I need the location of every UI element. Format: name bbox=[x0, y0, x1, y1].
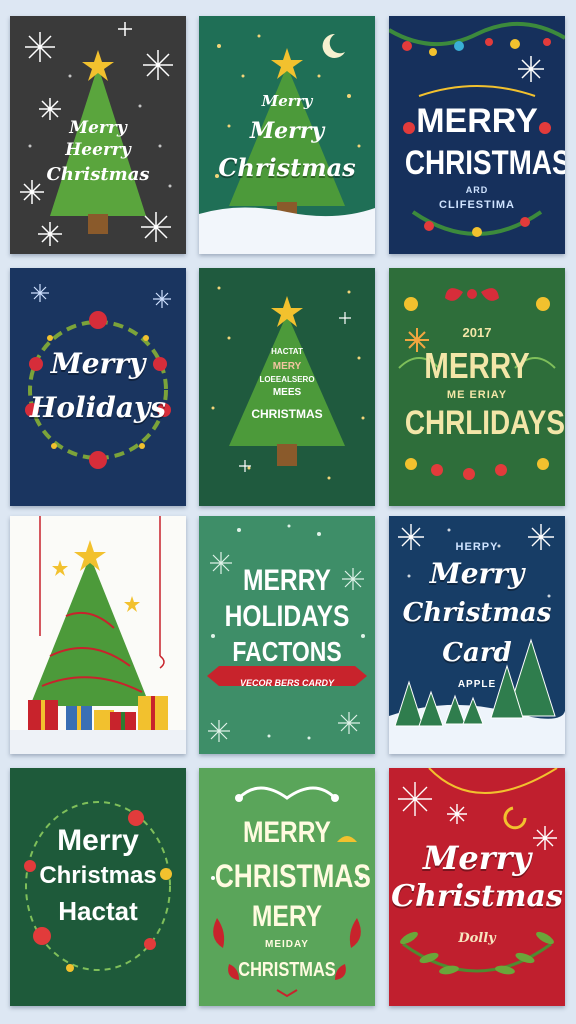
card-5-line-5: CHRISTMAS bbox=[251, 407, 323, 421]
card-12-line-2: Christmas bbox=[391, 879, 563, 914]
snow-ground bbox=[199, 207, 375, 254]
wreath-illustration bbox=[25, 284, 171, 469]
ornament-illustration bbox=[398, 288, 556, 480]
card-9-line-2: Merry bbox=[429, 557, 525, 590]
card-8-line-3: FACTONS bbox=[232, 636, 342, 667]
card-6-line-3: ME ERIAY bbox=[446, 389, 508, 401]
card-6[interactable]: 2017 MERRY ME ERIAY CHRLIDAYS bbox=[389, 268, 565, 506]
card-3-line-1: MERRY bbox=[416, 102, 538, 140]
card-8[interactable]: MERRY HOLIDAYS FACTONS VECOR BERS CARDY bbox=[199, 516, 375, 754]
tree-with-gifts-illustration bbox=[10, 516, 186, 754]
card-8-line-2: HOLIDAYS bbox=[224, 600, 350, 633]
card-6-line-1: 2017 bbox=[462, 325, 492, 340]
card-11-line-5: CHRISTMAS bbox=[238, 959, 336, 981]
card-4-line-2: Holidays bbox=[29, 391, 167, 424]
card-9-line-4: Card bbox=[442, 638, 512, 668]
card-9-line-3: Christmas bbox=[402, 598, 552, 628]
card-3-line-4: CLIFESTIMA bbox=[439, 199, 515, 211]
poinsettia-icon bbox=[25, 311, 171, 469]
card-10[interactable]: Merry Christmas Hactat bbox=[10, 768, 186, 1006]
card-1-line-3: Christmas bbox=[46, 164, 150, 185]
card-5-line-2: MERY bbox=[272, 361, 302, 372]
card-11-line-3: MERY bbox=[251, 900, 323, 933]
card-11-line-1: MERRY bbox=[243, 816, 331, 849]
card-1[interactable]: Merry Heerry Christmas bbox=[10, 16, 186, 254]
card-11-line-4: MEIDAY bbox=[265, 939, 309, 950]
card-6-line-4: CHRLIDAYS bbox=[404, 404, 565, 442]
card-9-line-1: HERPY bbox=[455, 541, 499, 553]
card-10-line-2: Christmas bbox=[39, 862, 157, 889]
card-5-line-1: HACTAT bbox=[271, 347, 303, 356]
card-2-line-2: Merry bbox=[249, 118, 325, 144]
card-5-line-4: MEES bbox=[272, 387, 302, 398]
card-12-line-3: Dolly bbox=[458, 931, 496, 946]
snowflake-icon bbox=[31, 284, 171, 308]
card-11-line-2: CHRISTMAS bbox=[214, 858, 371, 894]
card-10-line-3: Hactat bbox=[58, 896, 138, 926]
card-1-line-2: Heerry bbox=[65, 140, 131, 160]
card-7[interactable] bbox=[10, 516, 186, 754]
card-2-line-1: Merry bbox=[261, 92, 313, 110]
card-1-line-1: Merry bbox=[69, 118, 127, 138]
card-10-line-1: Merry bbox=[57, 824, 139, 857]
card-3[interactable]: MERRY CHRISTMAS ARD CLIFESTIMA bbox=[389, 16, 565, 254]
card-grid: Merry Heerry Christmas Merry Merry Chris… bbox=[0, 0, 576, 1024]
moon-icon bbox=[503, 806, 527, 830]
card-8-line-4: VECOR BERS CARDY bbox=[239, 678, 334, 688]
card-9[interactable]: HERPY Merry Christmas Card APPLE bbox=[389, 516, 565, 754]
card-5[interactable]: HACTAT MERY LOEEALSERO MEES CHRISTMAS bbox=[199, 268, 375, 506]
card-4[interactable]: Merry Holidays bbox=[10, 268, 186, 506]
snowflake-illustration bbox=[207, 524, 367, 742]
card-3-line-2: CHRISTMAS bbox=[404, 144, 565, 182]
card-11[interactable]: MERRY CHRISTMAS MERY MEIDAY CHRISTMAS bbox=[199, 768, 375, 1006]
card-3-line-3: ARD bbox=[465, 185, 489, 195]
card-12-line-1: Merry bbox=[422, 839, 532, 877]
card-2[interactable]: Merry Merry Christmas bbox=[199, 16, 375, 254]
card-9-line-5: APPLE bbox=[457, 679, 497, 690]
card-8-line-1: MERRY bbox=[243, 564, 331, 597]
flourish-ornament bbox=[237, 786, 337, 800]
card-12[interactable]: Merry Christmas Dolly bbox=[389, 768, 565, 1006]
card-2-line-3: Christmas bbox=[218, 153, 356, 182]
snowflake-icon bbox=[518, 56, 544, 82]
card-6-line-2: MERRY bbox=[424, 345, 530, 386]
moon-icon bbox=[322, 33, 345, 58]
card-5-line-3: LOEEALSERO bbox=[259, 375, 315, 384]
card-4-line-1: Merry bbox=[50, 347, 146, 380]
